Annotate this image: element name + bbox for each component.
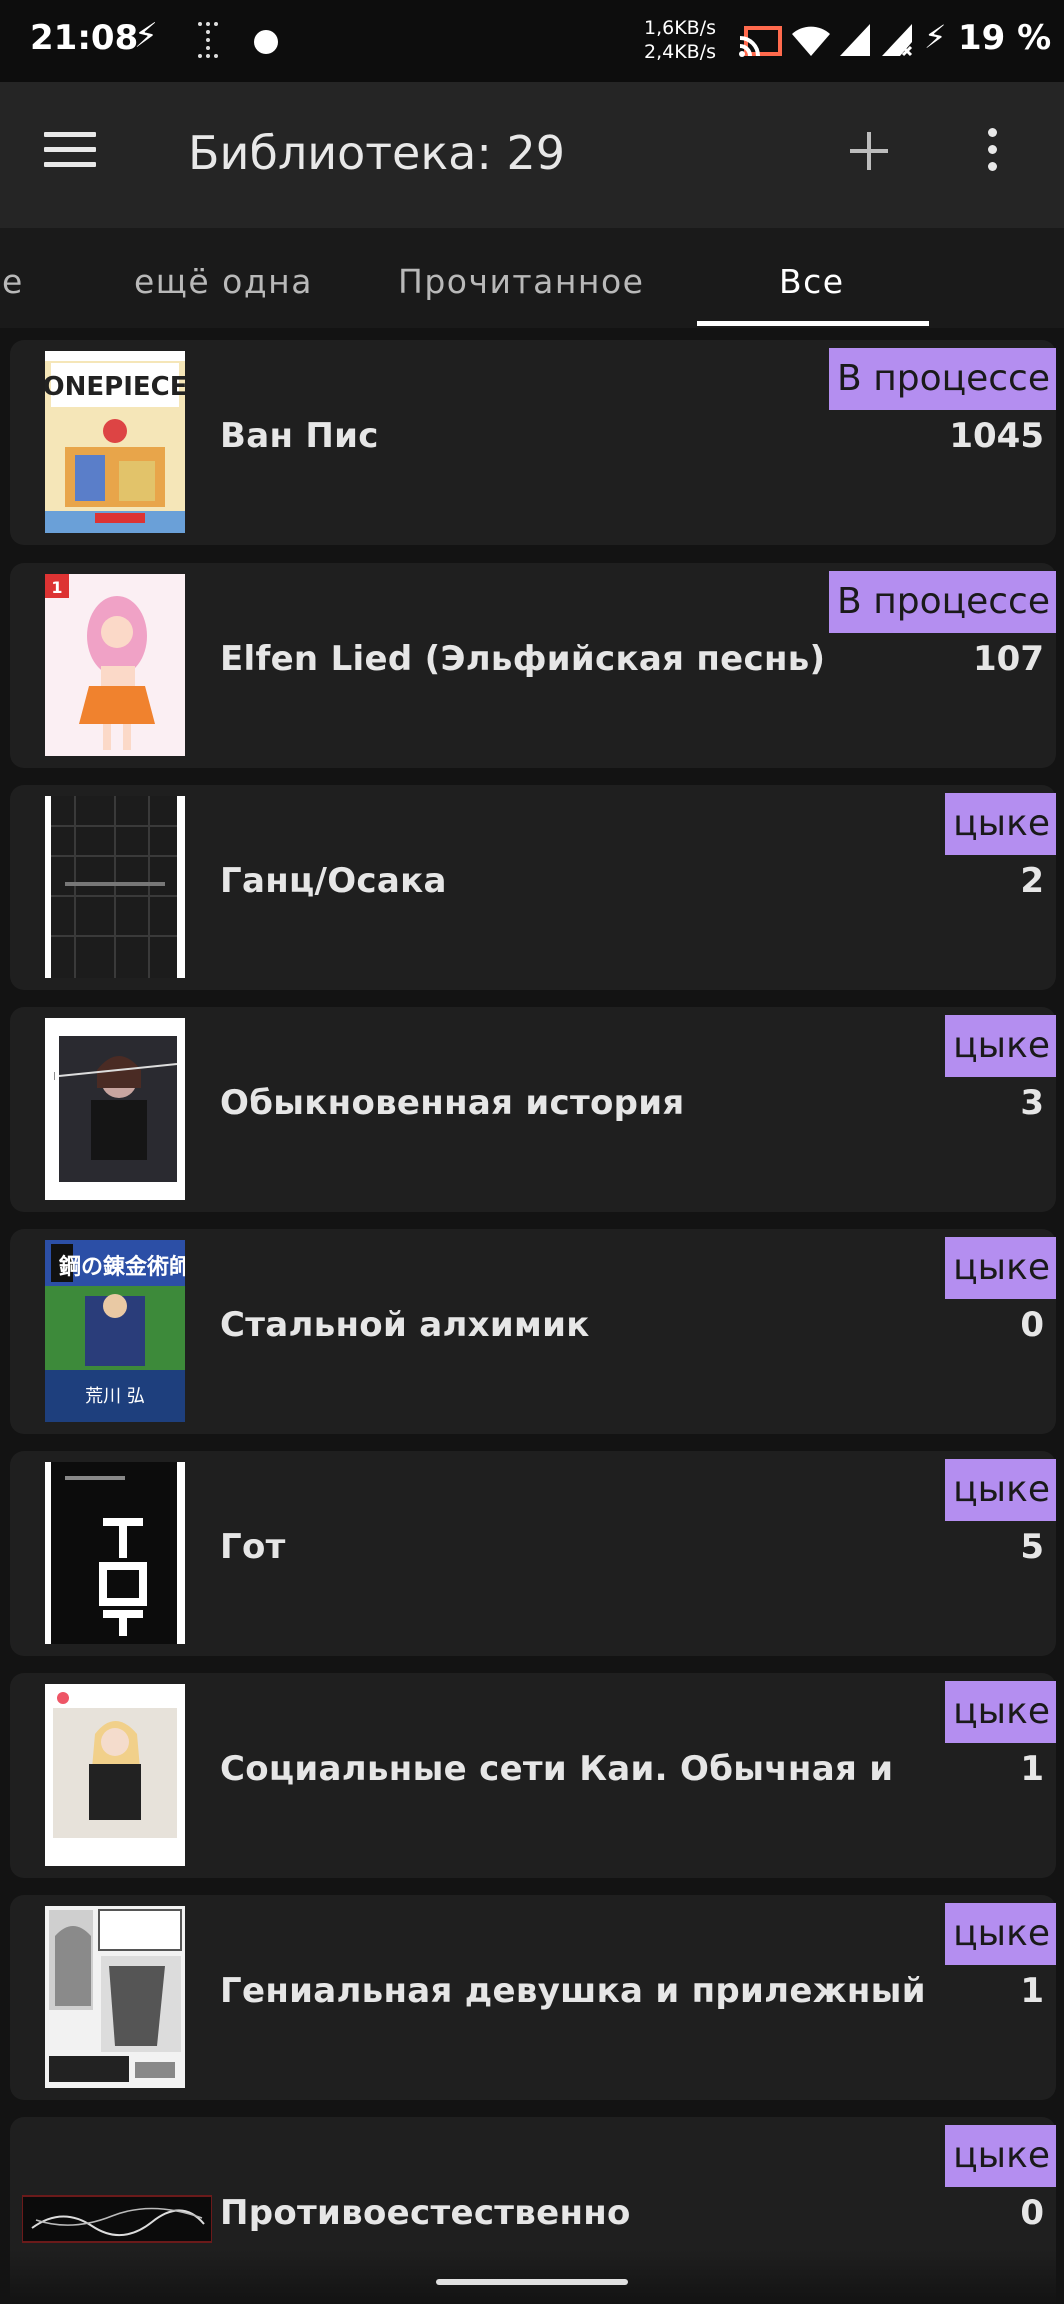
more-vert-icon[interactable] <box>972 128 1012 178</box>
notification-dot-icon <box>254 30 278 54</box>
net-down-text: 2,4KB/s <box>644 41 717 63</box>
svg-text:鋼の錬金術師: 鋼の錬金術師 <box>58 1254 185 1280</box>
add-icon[interactable] <box>846 128 892 174</box>
manga-list: ONEPIECE Ван Пис В процессе 1045 1 Elfen… <box>0 328 1064 2304</box>
cover-image: 1 <box>45 574 185 756</box>
net-up-text: 1,6KB/s <box>644 17 717 39</box>
chapter-count: 1 <box>1020 1971 1044 2011</box>
status-badge: цыке <box>945 1903 1056 1965</box>
cover-image <box>45 1906 185 2088</box>
list-item[interactable]: Ганц/Осака цыке 2 <box>10 785 1056 990</box>
dots-grid-icon <box>198 22 218 58</box>
svg-text:荒川 弘: 荒川 弘 <box>85 1386 145 1407</box>
cover-image <box>45 1684 185 1866</box>
status-badge: В процессе <box>829 348 1056 410</box>
svg-text:ONEPIECE: ONEPIECE <box>45 372 185 402</box>
tab-another[interactable]: ещё одна <box>134 228 313 328</box>
manga-title: Ван Пис <box>220 416 379 456</box>
app-bar: Библиотека: 29 <box>0 82 1064 228</box>
chapter-count: 0 <box>1020 2193 1044 2233</box>
page-title: Библиотека: 29 <box>188 126 565 180</box>
manga-title: Стальной алхимик <box>220 1305 590 1345</box>
network-speed: 1,6KB/s 2,4KB/s <box>644 16 716 64</box>
list-item[interactable]: Социальные сети Каи. Обычная и цыке 1 <box>10 1673 1056 1878</box>
cover-image: | <box>45 1018 185 1200</box>
cast-icon <box>739 26 782 57</box>
tab-read[interactable]: Прочитанное <box>398 228 645 328</box>
signal-no-sim-icon <box>882 24 913 57</box>
svg-text:|: | <box>53 1071 56 1080</box>
wifi-icon <box>792 26 830 56</box>
list-item[interactable]: 鋼の錬金術師 荒川 弘 Стальной алхимик цыке 0 <box>10 1229 1056 1434</box>
cover-image <box>45 1462 185 1644</box>
chapter-count: 5 <box>1020 1527 1044 1567</box>
tab-indicator <box>697 321 929 326</box>
manga-title: Социальные сети Каи. Обычная и <box>220 1749 894 1789</box>
chapter-count: 1 <box>1020 1749 1044 1789</box>
manga-title: Гениальная девушка и прилежный <box>220 1971 926 2011</box>
home-indicator[interactable] <box>436 2279 628 2285</box>
list-item[interactable]: | Обыкновенная история цыке 3 <box>10 1007 1056 1212</box>
list-item[interactable]: 1 Elfen Lied (Эльфийская песнь) В процес… <box>10 563 1056 768</box>
status-badge: цыке <box>945 1237 1056 1299</box>
cover-image: ONEPIECE <box>45 351 185 533</box>
chapter-count: 0 <box>1020 1305 1044 1345</box>
bottom-fade <box>0 2250 1064 2304</box>
chapter-count: 107 <box>973 639 1044 679</box>
status-badge: цыке <box>945 2125 1056 2187</box>
list-item[interactable]: Гот цыке 5 <box>10 1451 1056 1656</box>
signal-icon <box>840 24 870 56</box>
cover-image <box>45 796 185 978</box>
menu-icon[interactable] <box>44 132 96 174</box>
manga-title: Elfen Lied (Эльфийская песнь) <box>220 639 826 679</box>
battery-level: 19 % <box>958 18 1052 58</box>
manga-title: Противоестественно <box>220 2193 631 2233</box>
tab-partial[interactable]: е <box>2 228 24 328</box>
status-badge: цыке <box>945 793 1056 855</box>
status-badge: цыке <box>945 1459 1056 1521</box>
cover-image: 鋼の錬金術師 荒川 弘 <box>45 1240 185 1422</box>
chapter-count: 2 <box>1020 861 1044 901</box>
bolt-icon: ⚡ <box>134 16 158 56</box>
manga-title: Обыкновенная история <box>220 1083 685 1123</box>
chapter-count: 1045 <box>949 416 1044 456</box>
list-item[interactable]: Гениальная девушка и прилежный цыке 1 <box>10 1895 1056 2100</box>
svg-text:1: 1 <box>51 578 62 597</box>
status-bar: 21:08 ⚡ 1,6KB/s 2,4KB/s ⚡ 19 % <box>0 0 1064 82</box>
status-badge: цыке <box>945 1681 1056 1743</box>
chapter-count: 3 <box>1020 1083 1044 1123</box>
status-time: 21:08 <box>30 18 139 58</box>
list-item[interactable]: ONEPIECE Ван Пис В процессе 1045 <box>10 340 1056 545</box>
tab-all[interactable]: Все <box>779 228 845 328</box>
category-tabs: е ещё одна Прочитанное Все <box>0 228 1064 328</box>
status-badge: В процессе <box>829 571 1056 633</box>
charging-icon: ⚡ <box>924 18 947 56</box>
manga-title: Ганц/Осака <box>220 861 447 901</box>
status-badge: цыке <box>945 1015 1056 1077</box>
manga-title: Гот <box>220 1527 286 1567</box>
